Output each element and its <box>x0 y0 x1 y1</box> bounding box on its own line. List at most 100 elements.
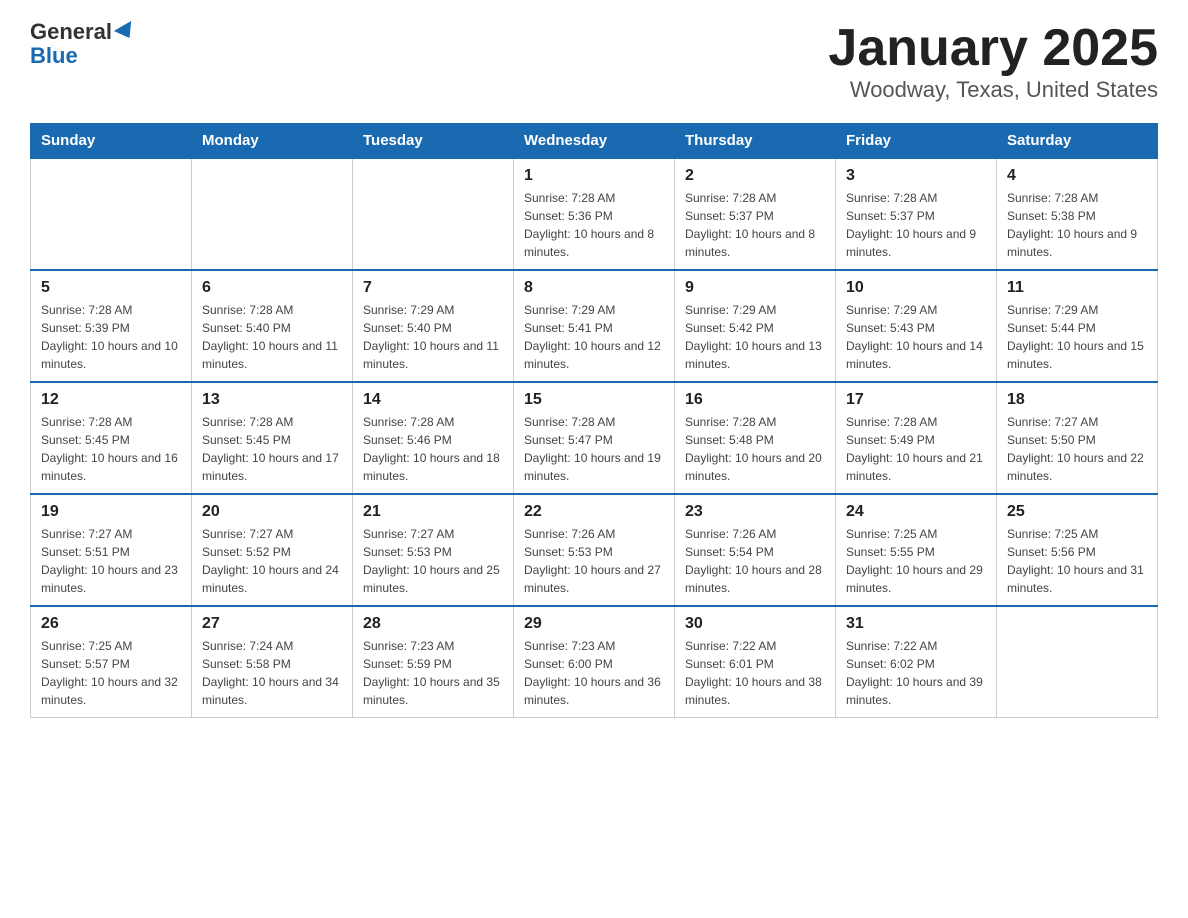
day-number: 26 <box>41 615 181 633</box>
day-number: 3 <box>846 167 986 185</box>
day-number: 14 <box>363 391 503 409</box>
week-row-5: 26 Sunrise: 7:25 AMSunset: 5:57 PMDayligh… <box>31 606 1158 718</box>
calendar-cell-w4-d1: 19 Sunrise: 7:27 AMSunset: 5:51 PMDayligh… <box>31 494 192 606</box>
calendar-cell-w1-d5: 2 Sunrise: 7:28 AMSunset: 5:37 PMDaylight… <box>675 158 836 270</box>
day-info: Sunrise: 7:28 AMSunset: 5:48 PMDaylight:… <box>685 413 825 485</box>
day-info: Sunrise: 7:26 AMSunset: 5:53 PMDaylight:… <box>524 525 664 597</box>
day-number: 31 <box>846 615 986 633</box>
day-info: Sunrise: 7:26 AMSunset: 5:54 PMDaylight:… <box>685 525 825 597</box>
calendar-cell-w1-d7: 4 Sunrise: 7:28 AMSunset: 5:38 PMDaylight… <box>997 158 1158 270</box>
calendar-cell-w3-d7: 18 Sunrise: 7:27 AMSunset: 5:50 PMDayligh… <box>997 382 1158 494</box>
day-info: Sunrise: 7:29 AMSunset: 5:44 PMDaylight:… <box>1007 301 1147 373</box>
calendar-cell-w3-d1: 12Sunrise: 7:28 AMSunset: 5:45 PMDayligh… <box>31 382 192 494</box>
logo-general-text: General <box>30 20 112 44</box>
day-number: 22 <box>524 503 664 521</box>
day-number: 29 <box>524 615 664 633</box>
week-row-3: 12Sunrise: 7:28 AMSunset: 5:45 PMDayligh… <box>31 382 1158 494</box>
day-info: Sunrise: 7:25 AMSunset: 5:57 PMDaylight:… <box>41 637 181 709</box>
calendar-cell-w1-d3 <box>353 158 514 270</box>
day-number: 2 <box>685 167 825 185</box>
day-info: Sunrise: 7:22 AMSunset: 6:01 PMDaylight:… <box>685 637 825 709</box>
header-friday: Friday <box>836 124 997 159</box>
day-number: 28 <box>363 615 503 633</box>
day-number: 1 <box>524 167 664 185</box>
day-info: Sunrise: 7:28 AMSunset: 5:38 PMDaylight:… <box>1007 189 1147 261</box>
day-header-row: Sunday Monday Tuesday Wednesday Thursday… <box>31 124 1158 159</box>
day-number: 13 <box>202 391 342 409</box>
day-info: Sunrise: 7:28 AMSunset: 5:45 PMDaylight:… <box>202 413 342 485</box>
calendar-cell-w5-d5: 30Sunrise: 7:22 AMSunset: 6:01 PMDayligh… <box>675 606 836 718</box>
calendar-body: 1 Sunrise: 7:28 AMSunset: 5:36 PMDaylight… <box>31 158 1158 718</box>
day-info: Sunrise: 7:25 AMSunset: 5:56 PMDaylight:… <box>1007 525 1147 597</box>
logo-triangle-icon <box>114 21 138 43</box>
calendar-cell-w2-d5: 9 Sunrise: 7:29 AMSunset: 5:42 PMDaylight… <box>675 270 836 382</box>
day-info: Sunrise: 7:28 AMSunset: 5:36 PMDaylight:… <box>524 189 664 261</box>
day-number: 6 <box>202 279 342 297</box>
day-number: 9 <box>685 279 825 297</box>
calendar-cell-w3-d4: 15 Sunrise: 7:28 AMSunset: 5:47 PMDayligh… <box>514 382 675 494</box>
day-number: 11 <box>1007 279 1147 297</box>
day-info: Sunrise: 7:27 AMSunset: 5:50 PMDaylight:… <box>1007 413 1147 485</box>
day-info: Sunrise: 7:28 AMSunset: 5:37 PMDaylight:… <box>846 189 986 261</box>
calendar-cell-w2-d2: 6 Sunrise: 7:28 AMSunset: 5:40 PMDaylight… <box>192 270 353 382</box>
day-number: 23 <box>685 503 825 521</box>
calendar-cell-w3-d3: 14 Sunrise: 7:28 AMSunset: 5:46 PMDayligh… <box>353 382 514 494</box>
day-number: 7 <box>363 279 503 297</box>
calendar-header: Sunday Monday Tuesday Wednesday Thursday… <box>31 124 1158 159</box>
calendar-cell-w4-d5: 23 Sunrise: 7:26 AMSunset: 5:54 PMDayligh… <box>675 494 836 606</box>
day-info: Sunrise: 7:29 AMSunset: 5:41 PMDaylight:… <box>524 301 664 373</box>
calendar-cell-w2-d4: 8 Sunrise: 7:29 AMSunset: 5:41 PMDaylight… <box>514 270 675 382</box>
day-info: Sunrise: 7:28 AMSunset: 5:40 PMDaylight:… <box>202 301 342 373</box>
calendar-cell-w4-d7: 25 Sunrise: 7:25 AMSunset: 5:56 PMDayligh… <box>997 494 1158 606</box>
header-wednesday: Wednesday <box>514 124 675 159</box>
day-info: Sunrise: 7:29 AMSunset: 5:42 PMDaylight:… <box>685 301 825 373</box>
calendar-cell-w1-d6: 3 Sunrise: 7:28 AMSunset: 5:37 PMDaylight… <box>836 158 997 270</box>
page-header: General Blue January 2025 Woodway, Texas… <box>30 20 1158 103</box>
day-number: 25 <box>1007 503 1147 521</box>
logo: General Blue <box>30 20 136 68</box>
day-info: Sunrise: 7:27 AMSunset: 5:53 PMDaylight:… <box>363 525 503 597</box>
day-info: Sunrise: 7:27 AMSunset: 5:52 PMDaylight:… <box>202 525 342 597</box>
day-number: 17 <box>846 391 986 409</box>
day-info: Sunrise: 7:29 AMSunset: 5:43 PMDaylight:… <box>846 301 986 373</box>
title-section: January 2025 Woodway, Texas, United Stat… <box>828 20 1158 103</box>
calendar-cell-w2-d6: 10Sunrise: 7:29 AMSunset: 5:43 PMDayligh… <box>836 270 997 382</box>
header-sunday: Sunday <box>31 124 192 159</box>
page-title: January 2025 <box>828 20 1158 77</box>
calendar-cell-w2-d3: 7 Sunrise: 7:29 AMSunset: 5:40 PMDaylight… <box>353 270 514 382</box>
header-thursday: Thursday <box>675 124 836 159</box>
day-info: Sunrise: 7:28 AMSunset: 5:46 PMDaylight:… <box>363 413 503 485</box>
calendar-cell-w5-d3: 28Sunrise: 7:23 AMSunset: 5:59 PMDayligh… <box>353 606 514 718</box>
week-row-1: 1 Sunrise: 7:28 AMSunset: 5:36 PMDaylight… <box>31 158 1158 270</box>
day-number: 8 <box>524 279 664 297</box>
day-number: 15 <box>524 391 664 409</box>
day-number: 27 <box>202 615 342 633</box>
day-number: 5 <box>41 279 181 297</box>
calendar-cell-w4-d6: 24Sunrise: 7:25 AMSunset: 5:55 PMDayligh… <box>836 494 997 606</box>
day-number: 18 <box>1007 391 1147 409</box>
day-info: Sunrise: 7:28 AMSunset: 5:39 PMDaylight:… <box>41 301 181 373</box>
day-info: Sunrise: 7:28 AMSunset: 5:37 PMDaylight:… <box>685 189 825 261</box>
calendar-cell-w5-d7 <box>997 606 1158 718</box>
day-number: 4 <box>1007 167 1147 185</box>
calendar-cell-w5-d4: 29Sunrise: 7:23 AMSunset: 6:00 PMDayligh… <box>514 606 675 718</box>
logo-blue-text: Blue <box>30 44 136 68</box>
day-info: Sunrise: 7:24 AMSunset: 5:58 PMDaylight:… <box>202 637 342 709</box>
day-info: Sunrise: 7:29 AMSunset: 5:40 PMDaylight:… <box>363 301 503 373</box>
calendar-cell-w1-d4: 1 Sunrise: 7:28 AMSunset: 5:36 PMDaylight… <box>514 158 675 270</box>
day-number: 19 <box>41 503 181 521</box>
calendar-cell-w3-d6: 17Sunrise: 7:28 AMSunset: 5:49 PMDayligh… <box>836 382 997 494</box>
calendar-cell-w2-d1: 5 Sunrise: 7:28 AMSunset: 5:39 PMDaylight… <box>31 270 192 382</box>
week-row-4: 19 Sunrise: 7:27 AMSunset: 5:51 PMDayligh… <box>31 494 1158 606</box>
calendar-cell-w3-d2: 13 Sunrise: 7:28 AMSunset: 5:45 PMDayligh… <box>192 382 353 494</box>
calendar-cell-w4-d3: 21Sunrise: 7:27 AMSunset: 5:53 PMDayligh… <box>353 494 514 606</box>
day-info: Sunrise: 7:27 AMSunset: 5:51 PMDaylight:… <box>41 525 181 597</box>
calendar-cell-w3-d5: 16Sunrise: 7:28 AMSunset: 5:48 PMDayligh… <box>675 382 836 494</box>
day-info: Sunrise: 7:28 AMSunset: 5:47 PMDaylight:… <box>524 413 664 485</box>
calendar-table: Sunday Monday Tuesday Wednesday Thursday… <box>30 123 1158 718</box>
calendar-cell-w1-d2 <box>192 158 353 270</box>
calendar-cell-w5-d1: 26 Sunrise: 7:25 AMSunset: 5:57 PMDayligh… <box>31 606 192 718</box>
calendar-cell-w4-d4: 22 Sunrise: 7:26 AMSunset: 5:53 PMDayligh… <box>514 494 675 606</box>
day-info: Sunrise: 7:25 AMSunset: 5:55 PMDaylight:… <box>846 525 986 597</box>
day-info: Sunrise: 7:28 AMSunset: 5:45 PMDaylight:… <box>41 413 181 485</box>
